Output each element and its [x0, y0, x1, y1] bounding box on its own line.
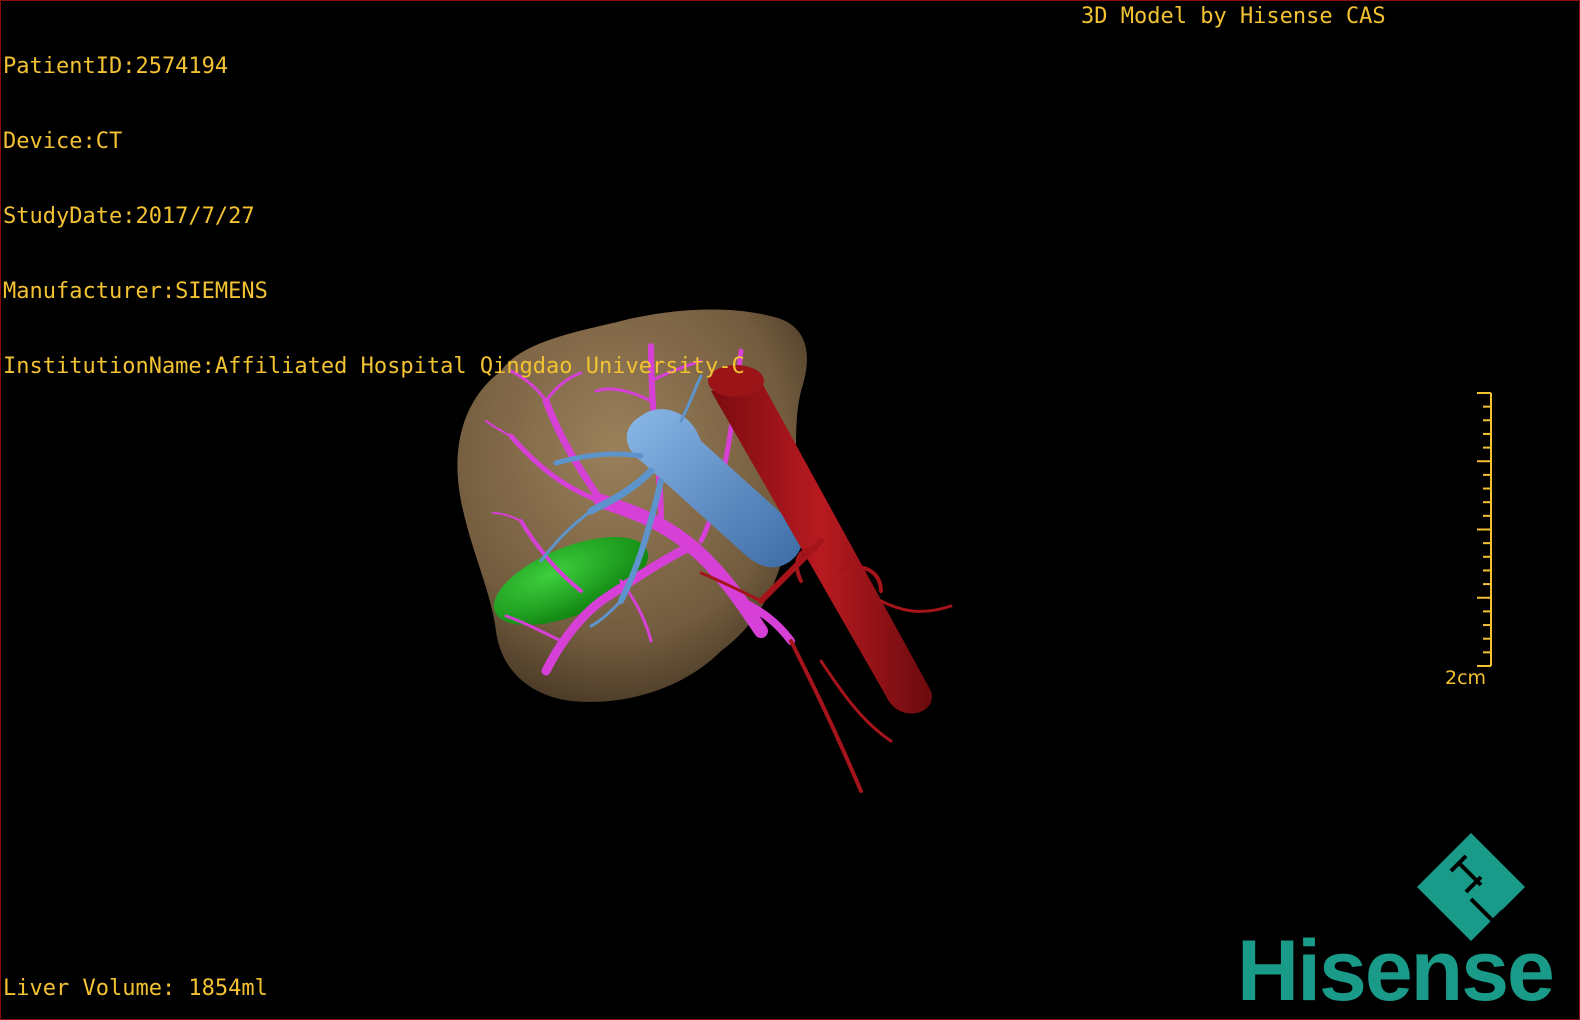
patient-id-label: PatientID:2574194 — [3, 54, 229, 79]
hisense-logo-text: Hisense — [1237, 923, 1555, 1019]
scale-label: 2cm — [1445, 667, 1487, 689]
manufacturer-label: Manufacturer:SIEMENS — [3, 279, 268, 304]
liver-volume-label: Liver Volume: 1854ml — [3, 976, 268, 1001]
device-label: Device:CT — [3, 129, 123, 154]
patient-info-panel: PatientID:2574194 Device:CT StudyDate:20… — [3, 4, 745, 429]
scale-bar — [1477, 392, 1492, 667]
3d-viewport[interactable]: PatientID:2574194 Device:CT StudyDate:20… — [0, 0, 1580, 1020]
institution-label: InstitutionName:Affiliated Hospital Qing… — [3, 354, 745, 379]
study-date-label: StudyDate:2017/7/27 — [3, 204, 255, 229]
model-brand-label: 3D Model by Hisense CAS — [1081, 4, 1386, 29]
